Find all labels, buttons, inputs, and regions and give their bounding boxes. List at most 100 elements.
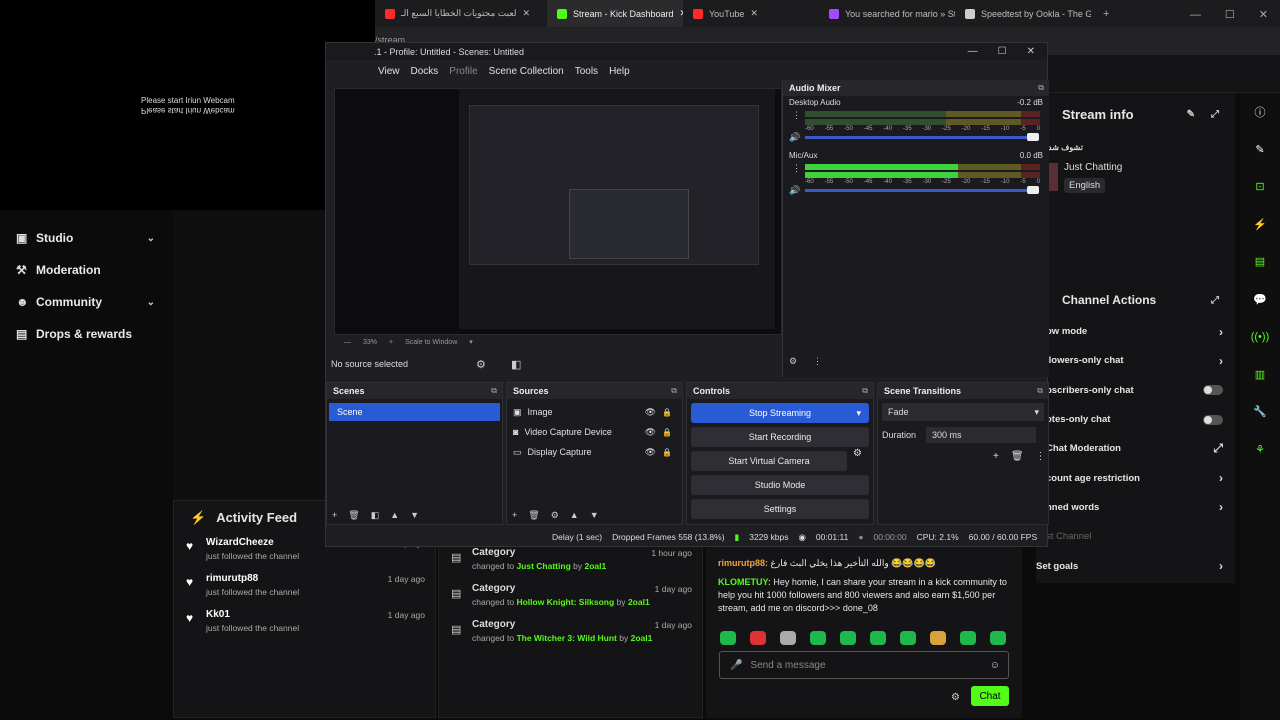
- add-icon[interactable]: +: [993, 451, 999, 462]
- undock-icon[interactable]: ⧉: [1038, 83, 1044, 93]
- browser-tab[interactable]: You searched for mario » Steam✕: [819, 0, 955, 27]
- emote[interactable]: [750, 631, 766, 645]
- start-recording-button[interactable]: Start Recording: [691, 427, 869, 447]
- sidebar-item-community[interactable]: ☻ Community ⌄: [0, 286, 173, 318]
- channel-action-item[interactable]: Chat Moderation ⤢: [1036, 434, 1235, 463]
- emote[interactable]: [720, 631, 736, 645]
- undock-icon[interactable]: ⧉: [862, 386, 868, 396]
- chevron-down-icon[interactable]: ▾: [856, 408, 861, 419]
- category-game[interactable]: Just Chatting: [516, 561, 570, 571]
- slider-handle[interactable]: [1027, 186, 1039, 194]
- speaker-icon[interactable]: 🔊: [789, 132, 800, 143]
- stop-streaming-button[interactable]: Stop Streaming ▾: [691, 403, 869, 423]
- trash-icon[interactable]: 🗑: [1011, 451, 1024, 462]
- scene-item[interactable]: Scene: [329, 403, 500, 421]
- minimize-icon[interactable]: —: [968, 46, 978, 57]
- info-icon[interactable]: ⓘ: [1240, 93, 1280, 131]
- close-icon[interactable]: ✕: [1027, 46, 1035, 57]
- toggle-switch[interactable]: [1203, 385, 1223, 396]
- channel-action-item[interactable]: bscribers-only chat: [1036, 376, 1235, 405]
- chevron-right-icon[interactable]: ›: [1219, 325, 1223, 339]
- tab-close-icon[interactable]: ✕: [522, 8, 530, 19]
- category-game[interactable]: The Witcher 3: Wild Hunt: [516, 633, 616, 643]
- browser-tab[interactable]: Stream - Kick Dashboard✕: [547, 0, 683, 27]
- scan-icon[interactable]: ⊡: [1240, 168, 1280, 206]
- source-item[interactable]: ◙ Video Capture Device 👁 🔒: [507, 422, 682, 442]
- pencil-icon[interactable]: ✎: [1187, 109, 1195, 120]
- undock-icon[interactable]: ⧉: [671, 386, 677, 396]
- menu-tools[interactable]: Tools: [575, 66, 598, 77]
- lock-icon[interactable]: 🔒: [662, 408, 672, 417]
- scale-mode[interactable]: Scale to Window: [405, 339, 457, 346]
- chat-settings-icon[interactable]: ⚙: [951, 692, 960, 703]
- chat-username[interactable]: KLOMETUY:: [718, 577, 771, 587]
- note-icon[interactable]: ▤: [1240, 243, 1280, 281]
- channel-action-item[interactable]: count age restriction ›: [1036, 463, 1235, 492]
- browser-tab[interactable]: YouTube ✕: [683, 0, 819, 27]
- down-icon[interactable]: ▼: [590, 510, 599, 521]
- zoom-in-icon[interactable]: +: [389, 339, 393, 346]
- emote-bar[interactable]: [720, 631, 1006, 645]
- lock-icon[interactable]: 🔒: [662, 448, 672, 457]
- emote[interactable]: [810, 631, 826, 645]
- bolt-icon[interactable]: ⚡: [1240, 206, 1280, 244]
- menu-view[interactable]: View: [378, 66, 400, 77]
- mixer-menu-icon[interactable]: ⋮: [813, 356, 822, 367]
- menu-docks[interactable]: Docks: [411, 66, 439, 77]
- virtual-camera-gear-icon[interactable]: ⚙: [853, 448, 862, 459]
- undock-icon[interactable]: ⧉: [1037, 386, 1043, 396]
- minimize-icon[interactable]: —: [1178, 9, 1213, 21]
- new-tab-icon[interactable]: +: [1091, 8, 1121, 20]
- channel-menu-icon[interactable]: ⋮: [792, 163, 801, 174]
- add-icon[interactable]: +: [512, 510, 517, 521]
- slider-handle[interactable]: [1027, 133, 1039, 141]
- channel-action-item[interactable]: ow mode ›: [1036, 317, 1235, 346]
- emote[interactable]: [900, 631, 916, 645]
- toggle-switch[interactable]: [1203, 414, 1223, 425]
- duration-input[interactable]: 300 ms: [926, 427, 1037, 443]
- mixer-settings-icon[interactable]: ⚙: [789, 356, 797, 367]
- chevron-right-icon[interactable]: ›: [1219, 500, 1223, 514]
- emoji-icon[interactable]: ☺: [990, 660, 1000, 671]
- studio-mode-button[interactable]: Studio Mode: [691, 475, 869, 495]
- filter-icon[interactable]: ◧: [371, 510, 380, 521]
- channel-action-item[interactable]: otes-only chat: [1036, 405, 1235, 434]
- up-icon[interactable]: ▲: [390, 510, 399, 521]
- category-game[interactable]: Hollow Knight: Silksong: [516, 597, 614, 607]
- chevron-down-icon[interactable]: ⌄: [147, 233, 155, 244]
- panel-icon[interactable]: ▥: [1240, 356, 1280, 394]
- emote[interactable]: [990, 631, 1006, 645]
- gear-icon[interactable]: ⚙: [476, 358, 486, 371]
- lock-icon[interactable]: 🔒: [662, 428, 672, 437]
- source-item[interactable]: ▭ Display Capture 👁 🔒: [507, 442, 682, 462]
- wrench-icon[interactable]: 🔧: [1240, 393, 1280, 431]
- browser-tab[interactable]: لعبت محتويات الخطايا السبع الـ ✕: [375, 0, 547, 27]
- obs-preview[interactable]: [334, 88, 782, 335]
- source-item[interactable]: ▣ Image 👁 🔒: [507, 402, 682, 422]
- undock-icon[interactable]: ⧉: [491, 386, 497, 396]
- start-virtual-camera-button[interactable]: Start Virtual Camera: [691, 451, 847, 471]
- chevron-down-icon[interactable]: ⌄: [147, 297, 155, 308]
- menu-icon[interactable]: ⋮: [1036, 451, 1046, 462]
- emote[interactable]: [840, 631, 856, 645]
- speaker-icon[interactable]: 🔊: [789, 185, 800, 196]
- chat-send-button[interactable]: Chat: [971, 686, 1009, 706]
- settings-button[interactable]: Settings: [691, 499, 869, 519]
- chevron-right-icon[interactable]: ›: [1219, 559, 1223, 573]
- emote[interactable]: [930, 631, 946, 645]
- eye-icon[interactable]: 👁: [645, 427, 656, 438]
- transition-select[interactable]: Fade ▾: [882, 403, 1044, 421]
- eye-icon[interactable]: 👁: [645, 447, 656, 458]
- menu-profile[interactable]: Profile: [449, 66, 477, 77]
- gear-icon[interactable]: ⚙: [551, 510, 559, 521]
- channel-action-item[interactable]: nned words ›: [1036, 493, 1235, 522]
- down-icon[interactable]: ▼: [410, 510, 419, 521]
- pencil-icon[interactable]: ✎: [1240, 131, 1280, 169]
- zoom-out-icon[interactable]: —: [344, 339, 351, 346]
- chat-icon[interactable]: 💬: [1240, 281, 1280, 319]
- tab-close-icon[interactable]: ✕: [750, 8, 758, 19]
- filter-icon[interactable]: ◧: [511, 358, 521, 371]
- menu-scene-collection[interactable]: Scene Collection: [489, 66, 564, 77]
- emote[interactable]: [780, 631, 796, 645]
- share-icon[interactable]: ⚘: [1240, 431, 1280, 469]
